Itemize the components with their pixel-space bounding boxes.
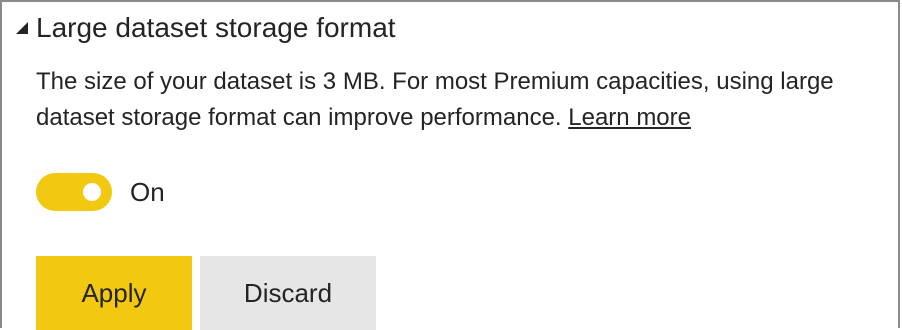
storage-format-toggle-row: On xyxy=(36,172,165,212)
section-title: Large dataset storage format xyxy=(36,12,396,43)
learn-more-link[interactable]: Learn more xyxy=(568,104,691,131)
toggle-label: On xyxy=(130,176,165,207)
settings-panel: Large dataset storage format The size of… xyxy=(0,0,900,330)
section-header[interactable]: Large dataset storage format xyxy=(12,8,396,48)
description-text: The size of your dataset is 3 MB. For mo… xyxy=(36,68,834,131)
storage-format-toggle[interactable] xyxy=(36,173,112,211)
discard-button[interactable]: Discard xyxy=(200,256,376,330)
apply-button[interactable]: Apply xyxy=(36,256,192,330)
toggle-knob xyxy=(83,183,101,201)
collapse-caret-icon[interactable] xyxy=(12,8,32,48)
action-buttons: Apply Discard xyxy=(36,256,376,330)
section-description: The size of your dataset is 3 MB. For mo… xyxy=(36,64,894,136)
